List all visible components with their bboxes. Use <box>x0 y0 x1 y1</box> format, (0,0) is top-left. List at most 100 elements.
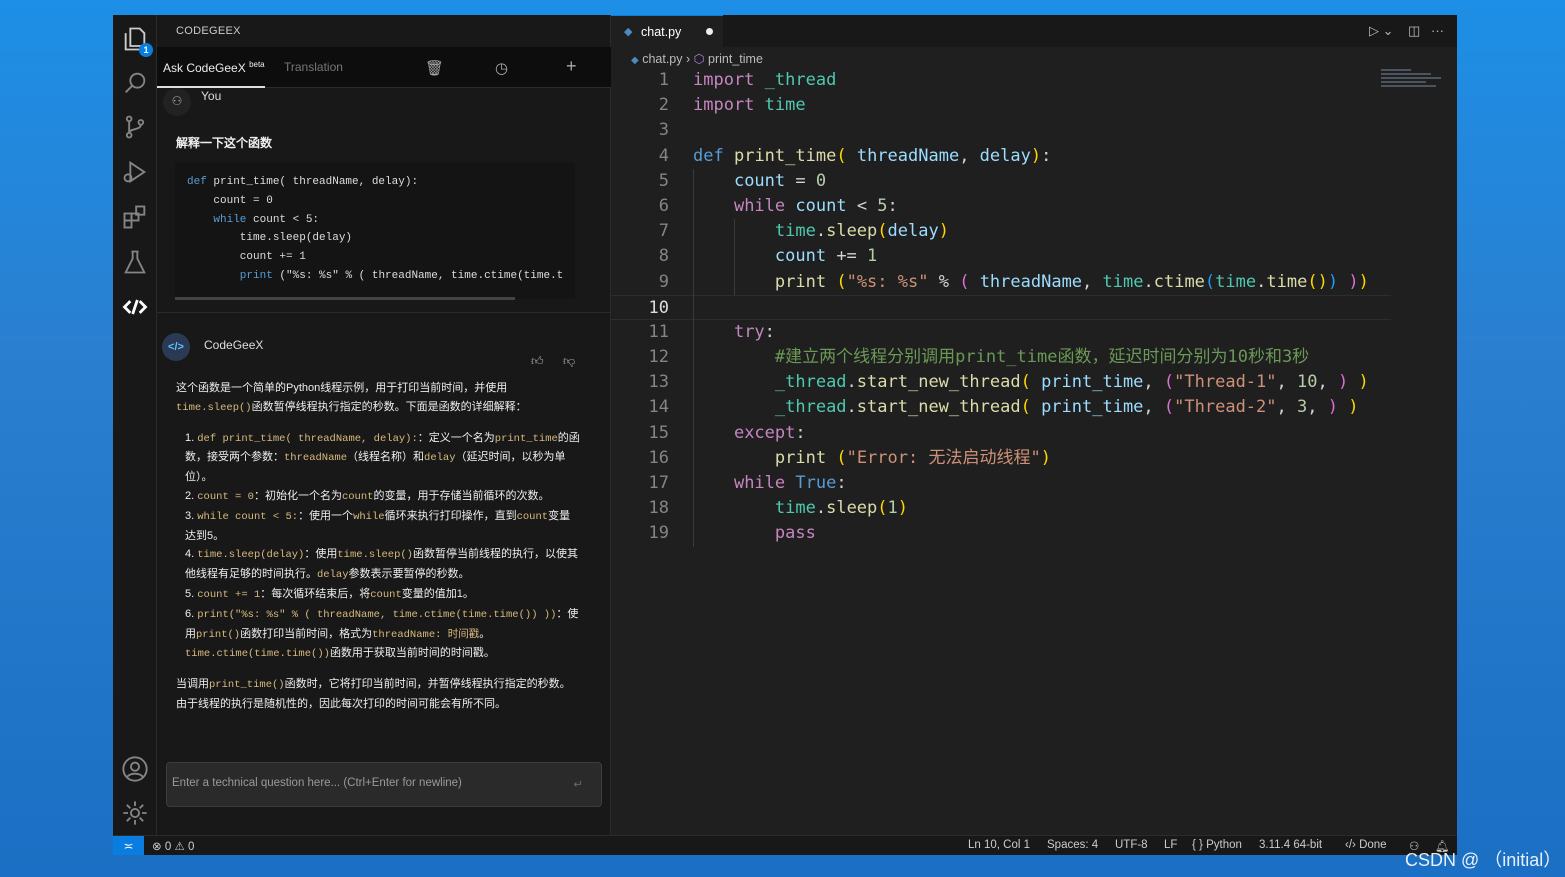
python-interpreter[interactable]: 3.11.4 64-bit <box>1259 839 1322 851</box>
bot-label: CodeGeeX <box>204 338 264 352</box>
indentation[interactable]: Spaces: 4 <box>1047 839 1098 851</box>
code-token: ("%s: %s" % ( threadName, time.ctime(tim… <box>272 269 564 282</box>
code-line: 1 import _thread <box>611 68 1391 93</box>
tab-translation[interactable]: Translation <box>284 60 343 74</box>
editor-tab-bar: ◆ chat.py ▷ ⌄ ◫ ··· <box>611 15 1457 47</box>
breadcrumb-file[interactable]: chat.py <box>642 52 682 66</box>
source-control-icon[interactable] <box>121 113 149 141</box>
answer-text: （线程名称）和 <box>347 451 425 464</box>
line-number: 3 <box>658 120 669 141</box>
line-number: 18 <box>648 498 669 519</box>
code-token: ( <box>1163 372 1175 393</box>
codegeex-status-label: Done <box>1359 839 1387 851</box>
inline-code: while count < 5: <box>197 510 299 523</box>
gear-icon[interactable] <box>121 799 149 827</box>
code-token: delay <box>979 145 1031 166</box>
search-icon[interactable] <box>121 69 149 97</box>
inline-code: count <box>516 510 549 523</box>
code-block-scrollbar[interactable] <box>175 297 515 300</box>
files-icon[interactable]: 1 <box>121 25 153 57</box>
code-token: 1 <box>887 498 898 519</box>
encoding[interactable]: UTF-8 <box>1115 839 1148 851</box>
code-token: ) <box>1030 145 1042 166</box>
code-token: threadName <box>856 145 960 166</box>
inline-code: threadName <box>284 452 348 465</box>
run-debug-icon[interactable] <box>121 158 149 186</box>
code-token: . <box>815 221 827 242</box>
answer-text: 6. <box>185 607 198 620</box>
run-icon[interactable]: ▷ ⌄ <box>1369 23 1394 39</box>
minimap[interactable] <box>1381 67 1446 107</box>
codegeex-status[interactable]: ‹/› Done <box>1345 839 1387 851</box>
thumbs-down-icon[interactable]: 👎︎ <box>563 354 575 369</box>
code-token: _thread <box>774 372 847 393</box>
answer-text: ：使用 <box>304 548 338 561</box>
answer-text: 函数用于获取当前时间的时间戳。 <box>329 647 495 660</box>
trash-icon[interactable]: 🗑 <box>425 59 444 77</box>
codegeex-icon[interactable] <box>121 293 149 321</box>
code-token: . <box>846 397 857 418</box>
language-mode[interactable]: { } Python <box>1192 839 1242 851</box>
python-file-icon: ◆ <box>624 26 633 38</box>
code-editor[interactable]: 1 import _thread 2 import time 3 4 def print_t… <box>611 68 1391 547</box>
code-token: print_time <box>1041 397 1144 418</box>
breadcrumb-symbol[interactable]: print_time <box>708 52 763 66</box>
enter-icon[interactable]: ↵ <box>573 777 583 791</box>
line-text: except: <box>693 421 806 446</box>
code-token: except <box>733 422 796 443</box>
new-chat-icon[interactable]: + <box>566 56 577 77</box>
code-token: print <box>774 447 827 468</box>
code-line: time.sleep(delay) <box>187 229 563 248</box>
tab-chat-py[interactable]: ◆ chat.py <box>611 15 723 47</box>
unsaved-dot-icon[interactable] <box>706 28 713 35</box>
code-line: 18 time.sleep(1) <box>611 496 1391 521</box>
thumbs-up-icon[interactable]: 👍︎ <box>531 354 544 369</box>
answer-text: 。 <box>479 627 491 640</box>
code-token: ) <box>897 498 909 519</box>
answer-text: ：初始化一个名为 <box>253 489 342 502</box>
error-count: 0 <box>164 841 172 853</box>
line-number: 7 <box>658 221 669 242</box>
indent-guide <box>734 219 735 295</box>
code-token: print_time( threadName, delay): <box>213 176 419 188</box>
account-icon[interactable] <box>121 755 149 783</box>
code-token: time <box>1102 271 1144 292</box>
problems-indicator[interactable]: ⊗ 0 ⚠ 0 <box>152 839 194 853</box>
code-line: 12 #建立两个线程分别调用print_time函数，延迟时间分别为10秒和3秒 <box>611 345 1391 370</box>
code-token: ( <box>959 271 970 292</box>
code-token: "Error: 无法启动线程" <box>846 447 1041 468</box>
tab-ask-codegeex[interactable]: Ask CodeGeeX beta <box>163 60 265 75</box>
code-token: ) <box>1327 397 1338 418</box>
split-editor-icon[interactable]: ◫ <box>1408 23 1420 39</box>
code-token: ) <box>1348 397 1359 418</box>
history-icon[interactable]: ◷ <box>495 59 508 77</box>
line-number: 11 <box>648 321 669 342</box>
cursor-position[interactable]: Ln 10, Col 1 <box>968 839 1030 851</box>
code-line: print ("%s: %s" % ( threadName, time.cti… <box>187 267 563 286</box>
code-token: def <box>187 176 214 188</box>
answer-text: ：使用一个 <box>298 509 354 522</box>
question-input[interactable]: Enter a technical question here... (Ctrl… <box>166 762 602 807</box>
remote-icon[interactable]: ≍ <box>113 836 144 855</box>
code-token: sleep <box>826 221 878 242</box>
codegeex-panel: CODEGEEX Ask CodeGeeX beta Translation 🗑… <box>157 15 611 835</box>
code-token: . <box>1143 271 1154 292</box>
more-actions-icon[interactable]: ··· <box>1431 23 1444 38</box>
code-line: 3 <box>611 118 1391 143</box>
testing-icon[interactable] <box>121 248 149 276</box>
beta-label: beta <box>249 60 265 69</box>
end-of-line[interactable]: LF <box>1164 839 1177 851</box>
inline-code: threadName: 时间戳 <box>372 628 480 641</box>
python-file-icon: ◆ <box>631 55 639 66</box>
code-token: threadName <box>979 271 1083 292</box>
code-token: import <box>693 95 755 116</box>
extensions-icon[interactable] <box>121 203 149 231</box>
